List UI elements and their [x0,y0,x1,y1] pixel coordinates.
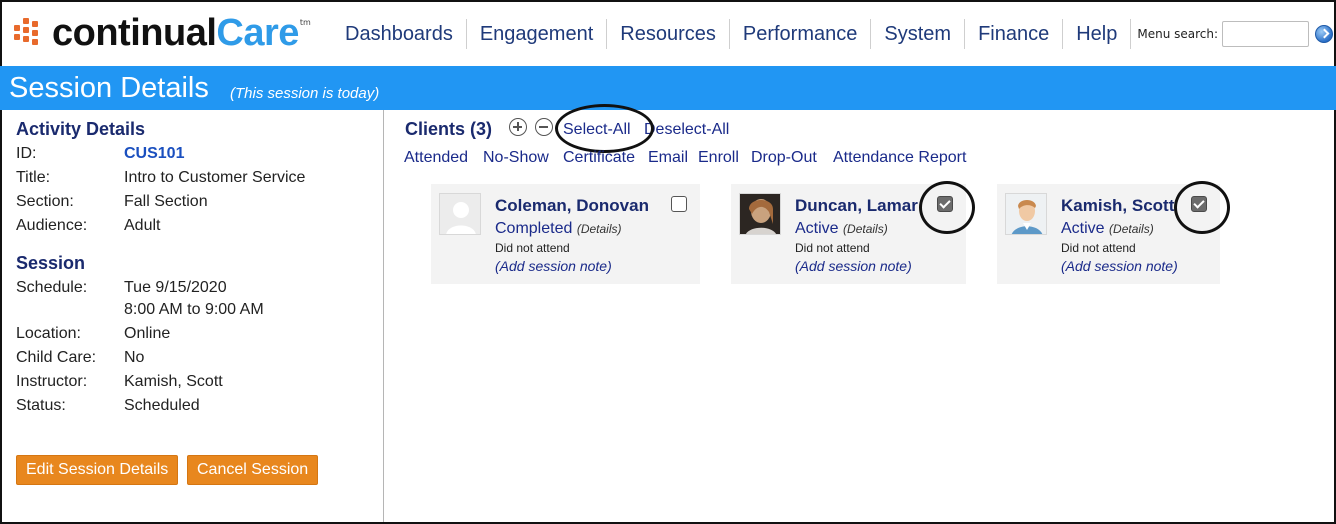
schedule-date-value: Tue 9/15/2020 [124,279,227,296]
menu-search: Menu search: [1137,21,1334,47]
field-label: Instructor: [16,373,88,390]
logo-mark-icon [14,18,44,48]
activity-title-value: Intro to Customer Service [124,169,306,186]
clients-heading: Clients (3) [405,119,493,139]
attendance-status: Did not attend [795,241,870,255]
instructor-value: Kamish, Scott [124,373,223,390]
nav-dashboards[interactable]: Dashboards [332,19,467,49]
activity-audience-value: Adult [124,217,161,234]
action-enroll[interactable]: Enroll [698,149,739,167]
avatar-photo [739,193,781,235]
action-no-show[interactable]: No-Show [483,149,549,167]
action-attended[interactable]: Attended [404,149,468,167]
logo-trademark: tm [299,18,311,27]
session-today-note: (This session is today) [230,85,380,102]
nav-performance[interactable]: Performance [730,19,872,49]
client-status: Active (Details) [1061,220,1154,237]
field-label: Child Care: [16,349,97,366]
field-label: Location: [16,325,81,342]
field-label: ID: [16,145,37,162]
client-checkbox[interactable] [671,196,687,212]
nav-help[interactable]: Help [1063,19,1132,49]
add-session-note-link[interactable]: (Add session note) [795,258,912,274]
client-checkbox[interactable] [1191,196,1207,212]
schedule-time-value: 8:00 AM to 9:00 AM [124,301,264,318]
logo[interactable]: continualCare tm [14,12,311,54]
nav-system[interactable]: System [871,19,966,49]
field-label: Status: [16,397,66,414]
action-drop-out[interactable]: Drop-Out [751,149,817,167]
nav-finance[interactable]: Finance [965,19,1064,49]
client-name[interactable]: Kamish, Scott [1061,196,1174,216]
activity-id-value: CUS101 [124,145,185,162]
select-all-link[interactable]: Select-All [563,121,631,139]
activity-section-value: Fall Section [124,193,208,210]
add-session-note-link[interactable]: (Add session note) [495,258,612,274]
field-label: Schedule: [16,279,88,296]
field-label: Audience: [16,217,88,234]
edit-session-details-button[interactable]: Edit Session Details [16,455,179,485]
field-label: Section: [16,193,74,210]
avatar-placeholder-icon [439,193,481,235]
minus-circle-icon[interactable] [535,118,553,136]
plus-circle-icon[interactable] [509,118,527,136]
attendance-status: Did not attend [495,241,570,255]
menu-search-label: Menu search: [1137,27,1219,41]
client-card: Coleman, Donovan Completed (Details) Did… [431,184,700,284]
nav-resources[interactable]: Resources [607,19,730,49]
action-certificate[interactable]: Certificate [563,149,635,167]
activity-details-heading: Activity Details [16,119,146,139]
menu-search-input[interactable] [1222,21,1310,47]
attendance-status: Did not attend [1061,241,1136,255]
client-name[interactable]: Coleman, Donovan [495,196,649,216]
status-value: Scheduled [124,397,200,414]
details-link[interactable]: (Details) [1109,222,1154,236]
main-nav: Dashboards Engagement Resources Performa… [332,19,1334,49]
client-card: Kamish, Scott Active (Details) Did not a… [997,184,1220,284]
cancel-session-button[interactable]: Cancel Session [187,455,319,485]
client-name[interactable]: Duncan, Lamar [795,196,918,216]
session-heading: Session [16,253,86,273]
client-status: Completed (Details) [495,220,622,237]
action-attendance-report[interactable]: Attendance Report [833,149,966,167]
logo-text: continualCare [52,11,299,54]
nav-engagement[interactable]: Engagement [467,19,608,49]
child-care-value: No [124,349,145,366]
client-checkbox[interactable] [937,196,953,212]
deselect-all-link[interactable]: Deselect-All [644,121,729,139]
page-title-band: Session Details (This session is today) [0,66,1336,110]
top-navigation-bar: continualCare tm Dashboards Engagement R… [0,0,1336,66]
client-card: Duncan, Lamar Active (Details) Did not a… [731,184,966,284]
details-link[interactable]: (Details) [577,222,622,236]
avatar-illustration [1005,193,1047,235]
go-arrow-icon[interactable] [1315,25,1334,43]
client-status: Active (Details) [795,220,888,237]
add-session-note-link[interactable]: (Add session note) [1061,258,1178,274]
field-label: Title: [16,169,51,186]
session-details-panel: Activity Details ID: CUS101 Title: Intro… [2,110,384,522]
page-title: Session Details [9,72,209,104]
location-value: Online [124,325,171,342]
details-link[interactable]: (Details) [843,222,888,236]
action-email[interactable]: Email [648,149,688,167]
